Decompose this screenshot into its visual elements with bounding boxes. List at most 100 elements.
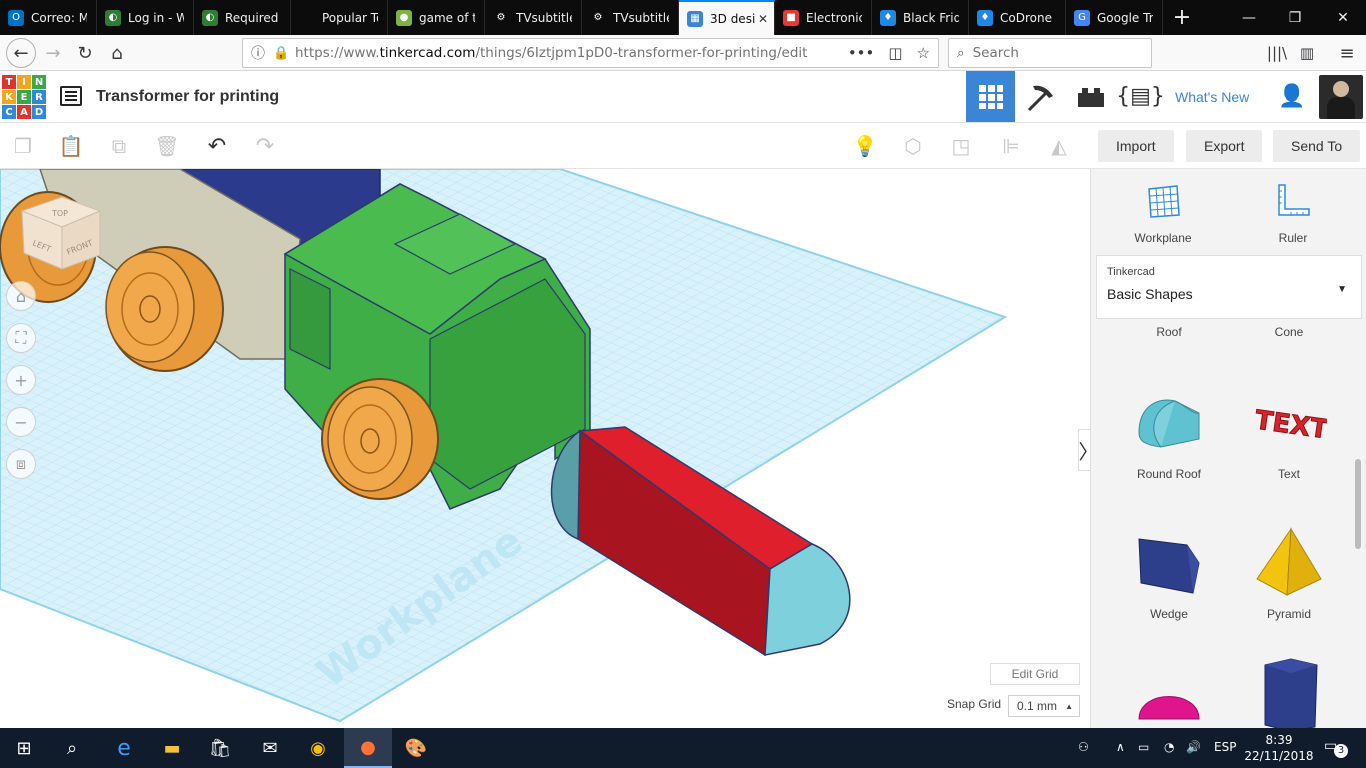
- design-list-icon[interactable]: [60, 86, 82, 106]
- paint-icon[interactable]: 🎨: [392, 728, 440, 768]
- browser-tab[interactable]: Popular Torren: [291, 0, 388, 35]
- tab-favicon-icon: ⚙: [590, 9, 606, 26]
- zoom-in-icon[interactable]: +: [6, 365, 36, 395]
- firefox-icon[interactable]: ●: [344, 728, 392, 768]
- clock[interactable]: 8:39 22/11/2018: [1244, 732, 1314, 764]
- group-icon[interactable]: ⬡: [898, 131, 928, 161]
- site-info-icon[interactable]: ⓘ: [243, 43, 273, 63]
- home-view-icon[interactable]: ⌂: [6, 281, 36, 311]
- avatar[interactable]: [1319, 75, 1363, 119]
- tray-chevron-icon[interactable]: ∧: [1116, 740, 1125, 754]
- tinkercad-logo[interactable]: TIN KER CAD: [2, 75, 46, 119]
- export-button[interactable]: Export: [1186, 130, 1263, 162]
- shape-round-roof[interactable]: Round Roof: [1109, 383, 1229, 481]
- network-icon[interactable]: ◔: [1164, 740, 1174, 754]
- 3d-workspace[interactable]: Workplane TOP LEFT FRONT ⌂ ⛶ + − ⧈ Edit …: [0, 169, 1090, 728]
- ortho-view-icon[interactable]: ⧈: [6, 449, 36, 479]
- tab-label: Required I: [225, 10, 281, 25]
- browser-tab[interactable]: O Correo: M: [0, 0, 97, 35]
- close-window-icon[interactable]: ✕: [1320, 0, 1366, 35]
- whats-new-link[interactable]: What's New: [1175, 89, 1249, 105]
- pocket-icon[interactable]: ◫: [888, 44, 902, 62]
- tab-close-icon[interactable]: ✕: [758, 12, 768, 26]
- mirror-icon[interactable]: ◭: [1044, 131, 1074, 161]
- import-button[interactable]: Import: [1098, 130, 1174, 162]
- reload-icon[interactable]: ↻: [70, 38, 100, 68]
- edge-icon[interactable]: e: [100, 728, 148, 768]
- bricks-button[interactable]: [1066, 71, 1115, 122]
- blocks-button[interactable]: [1016, 71, 1065, 122]
- shape-library-select[interactable]: Tinkercad Basic Shapes ▼: [1096, 255, 1362, 319]
- search-input[interactable]: ⌕ Search: [948, 38, 1152, 68]
- shape-cone-partial[interactable]: Cone: [1229, 325, 1349, 339]
- panel-scrollbar[interactable]: [1355, 459, 1361, 549]
- browser-tab[interactable]: ▦ 3D desi ✕: [679, 0, 775, 35]
- home-icon[interactable]: ⌂: [102, 38, 132, 68]
- tab-favicon-icon: ♦: [977, 9, 993, 26]
- tab-label: Black Frid: [903, 10, 959, 25]
- language-indicator[interactable]: ESP: [1214, 740, 1236, 754]
- notifications-icon[interactable]: ▭ 3: [1324, 738, 1348, 758]
- browser-tab[interactable]: ◐ Required I: [194, 0, 291, 35]
- delete-icon[interactable]: 🗑: [152, 131, 182, 161]
- browser-tab[interactable]: ♦ Black Frid: [872, 0, 969, 35]
- tab-favicon-icon: [299, 9, 315, 26]
- store-icon[interactable]: 🛍: [196, 728, 244, 768]
- shape-roof-partial[interactable]: Roof: [1109, 325, 1229, 339]
- file-explorer-icon[interactable]: ▬: [148, 728, 196, 768]
- sidebar-icon[interactable]: ▥: [1292, 38, 1322, 68]
- browser-tab[interactable]: ⚙ TVsubtitle: [485, 0, 582, 35]
- shape-half-sphere[interactable]: [1109, 663, 1229, 728]
- search-taskbar-icon[interactable]: ⌕: [48, 728, 96, 768]
- page-actions-icon[interactable]: •••: [848, 44, 875, 62]
- lightbulb-icon[interactable]: 💡: [850, 131, 880, 161]
- copy-icon[interactable]: ❐: [8, 131, 38, 161]
- collapse-panel-icon[interactable]: 〉: [1078, 429, 1090, 471]
- browser-tab[interactable]: ● game of th: [388, 0, 485, 35]
- library-icon[interactable]: |||\: [1262, 38, 1292, 68]
- ungroup-icon[interactable]: ◳: [946, 131, 976, 161]
- bookmark-star-icon[interactable]: ☆: [917, 44, 930, 62]
- scene[interactable]: Workplane TOP LEFT FRONT: [0, 169, 1090, 728]
- tab-favicon-icon: O: [8, 9, 24, 26]
- forward-icon[interactable]: →: [38, 38, 68, 68]
- volume-icon[interactable]: 🔊: [1186, 740, 1201, 754]
- mail-icon[interactable]: ✉: [246, 728, 294, 768]
- browser-tab[interactable]: G Google Tra: [1066, 0, 1163, 35]
- menu-icon[interactable]: ≡: [1332, 38, 1362, 68]
- send-to-button[interactable]: Send To: [1273, 130, 1361, 162]
- redo-icon[interactable]: ↷: [250, 131, 280, 161]
- shape-text[interactable]: TEXT Text: [1229, 383, 1349, 481]
- browser-tab[interactable]: ♦ CoDrone F: [969, 0, 1066, 35]
- back-icon[interactable]: ←: [6, 38, 36, 68]
- undo-icon[interactable]: ↶: [202, 131, 232, 161]
- shape-polygon[interactable]: [1229, 655, 1349, 728]
- people-icon[interactable]: ⚇: [1078, 740, 1089, 754]
- shape-wedge[interactable]: Wedge: [1109, 523, 1229, 621]
- design-title[interactable]: Transformer for printing: [96, 88, 279, 106]
- chrome-icon[interactable]: ◉: [294, 728, 342, 768]
- browser-tab[interactable]: ⚙ TVsubtitle: [582, 0, 679, 35]
- zoom-out-icon[interactable]: −: [6, 407, 36, 437]
- battery-icon[interactable]: ▭: [1138, 740, 1149, 754]
- new-tab-icon[interactable]: +: [1163, 0, 1201, 35]
- browser-tab[interactable]: ■ Electronic: [775, 0, 872, 35]
- ruler-tool[interactable]: Ruler: [1243, 183, 1343, 245]
- snap-grid-select[interactable]: 0.1 mm ▲: [1008, 695, 1080, 717]
- codeblocks-button[interactable]: {▤}: [1116, 71, 1165, 122]
- fit-view-icon[interactable]: ⛶: [6, 323, 36, 353]
- windows-start-icon[interactable]: ⊞: [0, 728, 48, 768]
- 3d-view-button[interactable]: [966, 71, 1015, 122]
- workplane-tool[interactable]: Workplane: [1113, 183, 1213, 245]
- tab-favicon-icon: ●: [396, 9, 412, 26]
- add-user-icon[interactable]: 👤: [1272, 71, 1312, 122]
- paste-icon[interactable]: 📋: [56, 131, 86, 161]
- url-bar[interactable]: ⓘ 🔒 https://www.tinkercad.com/things/6Iz…: [242, 38, 939, 68]
- browser-tab[interactable]: ◐ Log in - W: [97, 0, 194, 35]
- duplicate-icon[interactable]: ⧉: [104, 131, 134, 161]
- shape-pyramid[interactable]: Pyramid: [1229, 523, 1349, 621]
- minimize-icon[interactable]: —: [1226, 0, 1272, 35]
- align-icon[interactable]: ⊫: [996, 131, 1026, 161]
- edit-grid-button[interactable]: Edit Grid: [990, 663, 1080, 685]
- restore-icon[interactable]: ❐: [1272, 0, 1318, 35]
